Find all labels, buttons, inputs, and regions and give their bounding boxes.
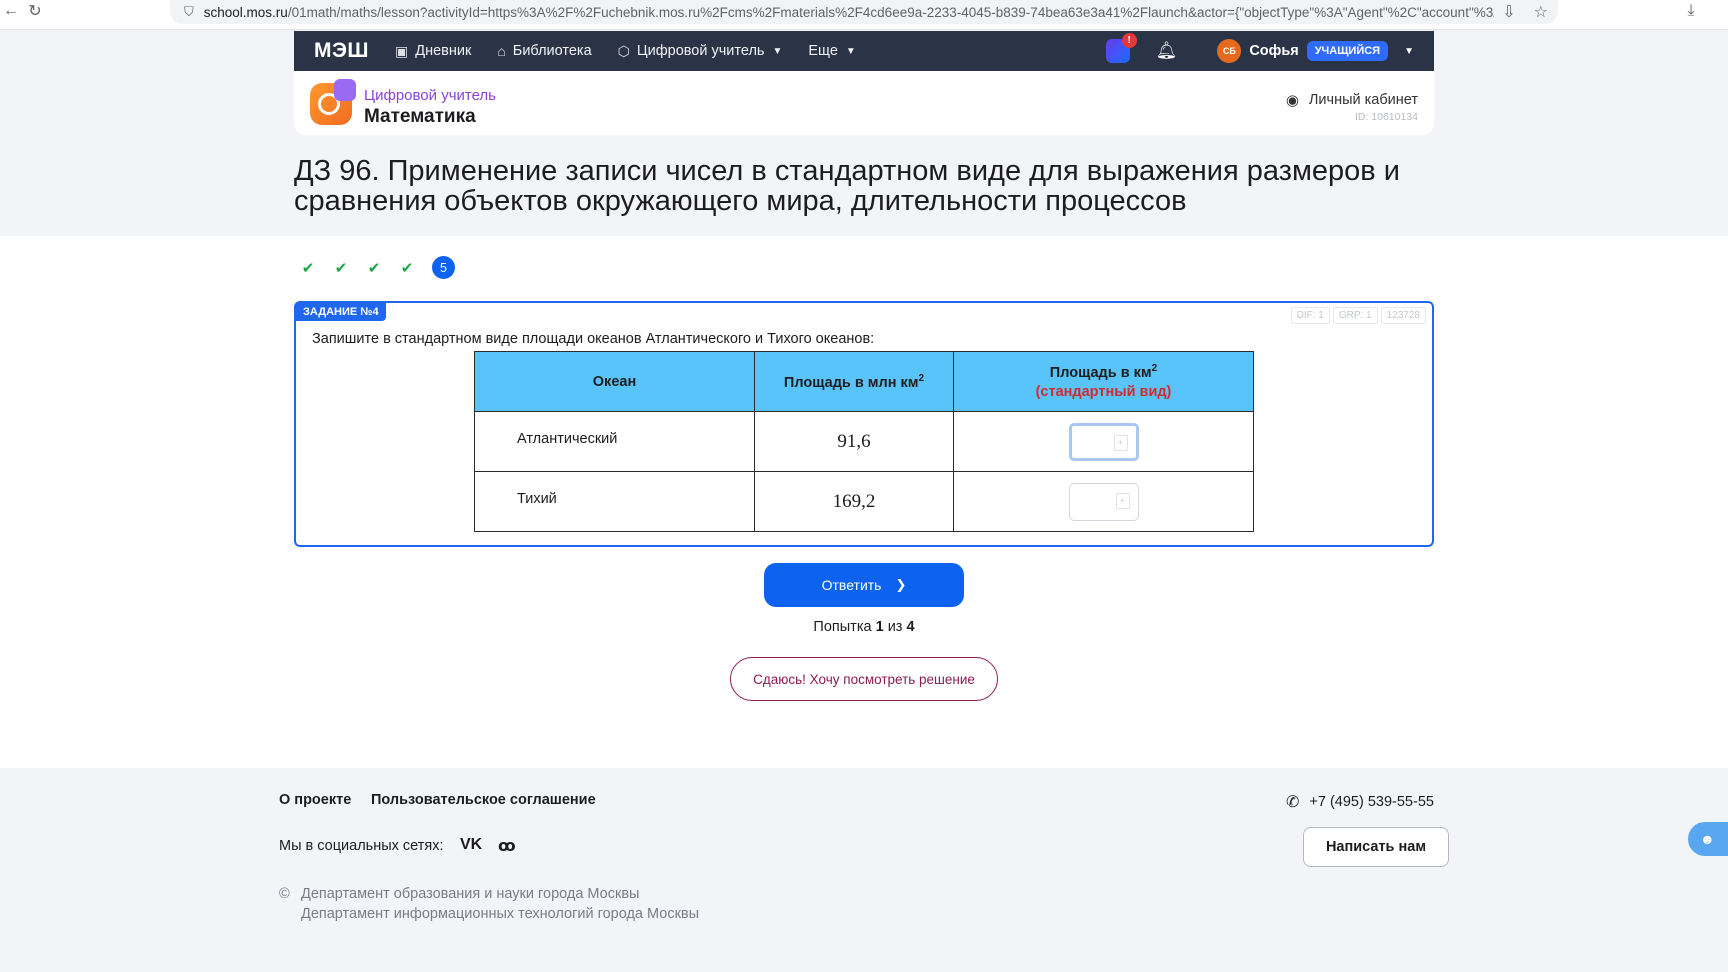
input-widget-icon[interactable]: + (1113, 434, 1128, 451)
nav-item-diary[interactable]: ▣ Дневник (395, 43, 471, 60)
bookmark-icon: ⌂ (497, 43, 506, 59)
diary-icon: ▣ (395, 42, 409, 59)
main-nav: МЭШ ▣ Дневник ⌂ Библиотека ⬡ Цифровой уч… (294, 31, 1434, 71)
task-meta: DIF: 1 GRP: 1 123728 (1288, 307, 1426, 324)
input-widget-icon[interactable]: + (1115, 492, 1130, 509)
chevron-right-icon: ❯ (895, 577, 907, 592)
table-row: Атлантический 91,6 + (474, 411, 1254, 472)
step-4-check-icon[interactable]: ✔ (397, 259, 417, 277)
header-ocean: Океан (474, 351, 755, 412)
notification-badge: ! (1121, 33, 1137, 48)
chevron-down-icon[interactable]: ▼ (1404, 46, 1414, 57)
address-bar[interactable]: ⛉ school.mos.ru/01math/maths/lesson?acti… (170, 0, 1558, 24)
ocean-name: Атлантический (474, 411, 755, 472)
nav-item-more[interactable]: Еще ▼ (808, 43, 855, 59)
user-id: ID: 10610134 (1354, 111, 1418, 123)
answer-input-atlantic[interactable]: + (1068, 422, 1139, 461)
chevron-down-icon: ▼ (845, 45, 856, 57)
downloads-icon[interactable]: ⤓ (1680, 0, 1702, 22)
write-us-button[interactable]: Написать нам (1303, 827, 1449, 867)
app-header: Цифровой учитель Математика ◉ Личный каб… (294, 71, 1434, 135)
personal-cabinet-link[interactable]: ◉ Личный кабинет (1286, 91, 1418, 109)
cube-icon: ⬡ (617, 42, 630, 59)
agreement-link[interactable]: Пользовательское соглашение (371, 792, 596, 808)
phone-icon: ✆ (1286, 794, 1300, 811)
odnoklassniki-icon[interactable]: ꝏ (498, 836, 516, 856)
page-title: ДЗ 96. Применение записи чисел в стандар… (294, 155, 1400, 217)
header-area: Площадь в млн км2 (754, 351, 954, 412)
role-badge: УЧАЩИЙСЯ (1306, 41, 1389, 61)
nav-item-library[interactable]: ⌂ Библиотека (497, 43, 591, 59)
header-standard: Площадь в км2 (стандартный вид) (953, 351, 1254, 412)
table-header-row: Океан Площадь в млн км2 Площадь в км2 (с… (474, 351, 1254, 412)
mesh-logo[interactable]: МЭШ (314, 39, 369, 63)
copyright-icon: © (279, 886, 290, 902)
attempts-counter: Попытка 1 из 4 (813, 619, 915, 635)
step-current[interactable]: 5 (432, 256, 455, 279)
copyright: © Департамент образования и науки города… (279, 886, 700, 922)
ocean-name: Тихий (474, 471, 755, 532)
table-row: Тихий 169,2 + (474, 471, 1254, 532)
nav-item-digital-teacher[interactable]: ⬡ Цифровой учитель ▼ (618, 43, 783, 60)
task-question: Запишите в стандартном виде площади океа… (312, 331, 875, 347)
app-title: Математика (364, 106, 476, 127)
step-3-check-icon[interactable]: ✔ (364, 259, 384, 277)
step-1-check-icon[interactable]: ✔ (298, 259, 318, 277)
give-up-button[interactable]: Сдаюсь! Хочу посмотреть решение (730, 657, 998, 701)
user-circle-icon: ◉ (1285, 92, 1299, 109)
back-icon[interactable]: ← (0, 0, 22, 22)
install-icon[interactable]: ⇩ (1502, 2, 1515, 22)
vk-icon[interactable]: VK (460, 836, 482, 854)
ocean-area-value: 169,2 (754, 471, 954, 532)
footer: О проекте Пользовательское соглашение Мы… (0, 768, 1728, 972)
answer-button[interactable]: Ответить ❯ (764, 563, 964, 607)
reload-icon[interactable]: ↻ (24, 0, 46, 22)
step-2-check-icon[interactable]: ✔ (331, 259, 351, 277)
bell-icon[interactable]: 🔔︎ (1156, 41, 1178, 61)
apps-icon[interactable]: ! (1105, 33, 1137, 63)
task-progress: ✔ ✔ ✔ ✔ 5 (298, 256, 455, 279)
task-card: ЗАДАНИЕ №4 DIF: 1 GRP: 1 123728 Запишите… (294, 301, 1434, 547)
answer-input-pacific[interactable]: + (1068, 482, 1139, 521)
site-info-icon[interactable]: ⛉ (184, 4, 194, 20)
ocean-table: Океан Площадь в млн км2 Площадь в км2 (с… (474, 351, 1254, 532)
social-label: Мы в социальных сетях: (279, 838, 444, 854)
user-name[interactable]: Софья (1249, 43, 1298, 59)
url-text[interactable]: school.mos.ru/01math/maths/lesson?activi… (204, 5, 1494, 20)
phone-link[interactable]: ✆ +7 (495) 539-55-55 (1286, 792, 1434, 812)
standard-form-note: (стандартный вид) (1035, 384, 1172, 401)
avatar[interactable]: СБ (1217, 39, 1242, 63)
digital-teacher-logo[interactable] (310, 79, 356, 125)
about-link[interactable]: О проекте (279, 792, 351, 808)
task-label: ЗАДАНИЕ №4 (296, 303, 386, 321)
app-subtitle: Цифровой учитель (364, 87, 496, 104)
browser-toolbar: ← ↻ ⛉ school.mos.ru/01math/maths/lesson?… (0, 0, 1728, 30)
bookmark-star-icon[interactable]: ☆ (1534, 2, 1548, 22)
chat-bot-icon[interactable]: ☻ (1688, 822, 1728, 856)
chevron-down-icon: ▼ (772, 45, 783, 57)
ocean-area-value: 91,6 (754, 411, 954, 472)
